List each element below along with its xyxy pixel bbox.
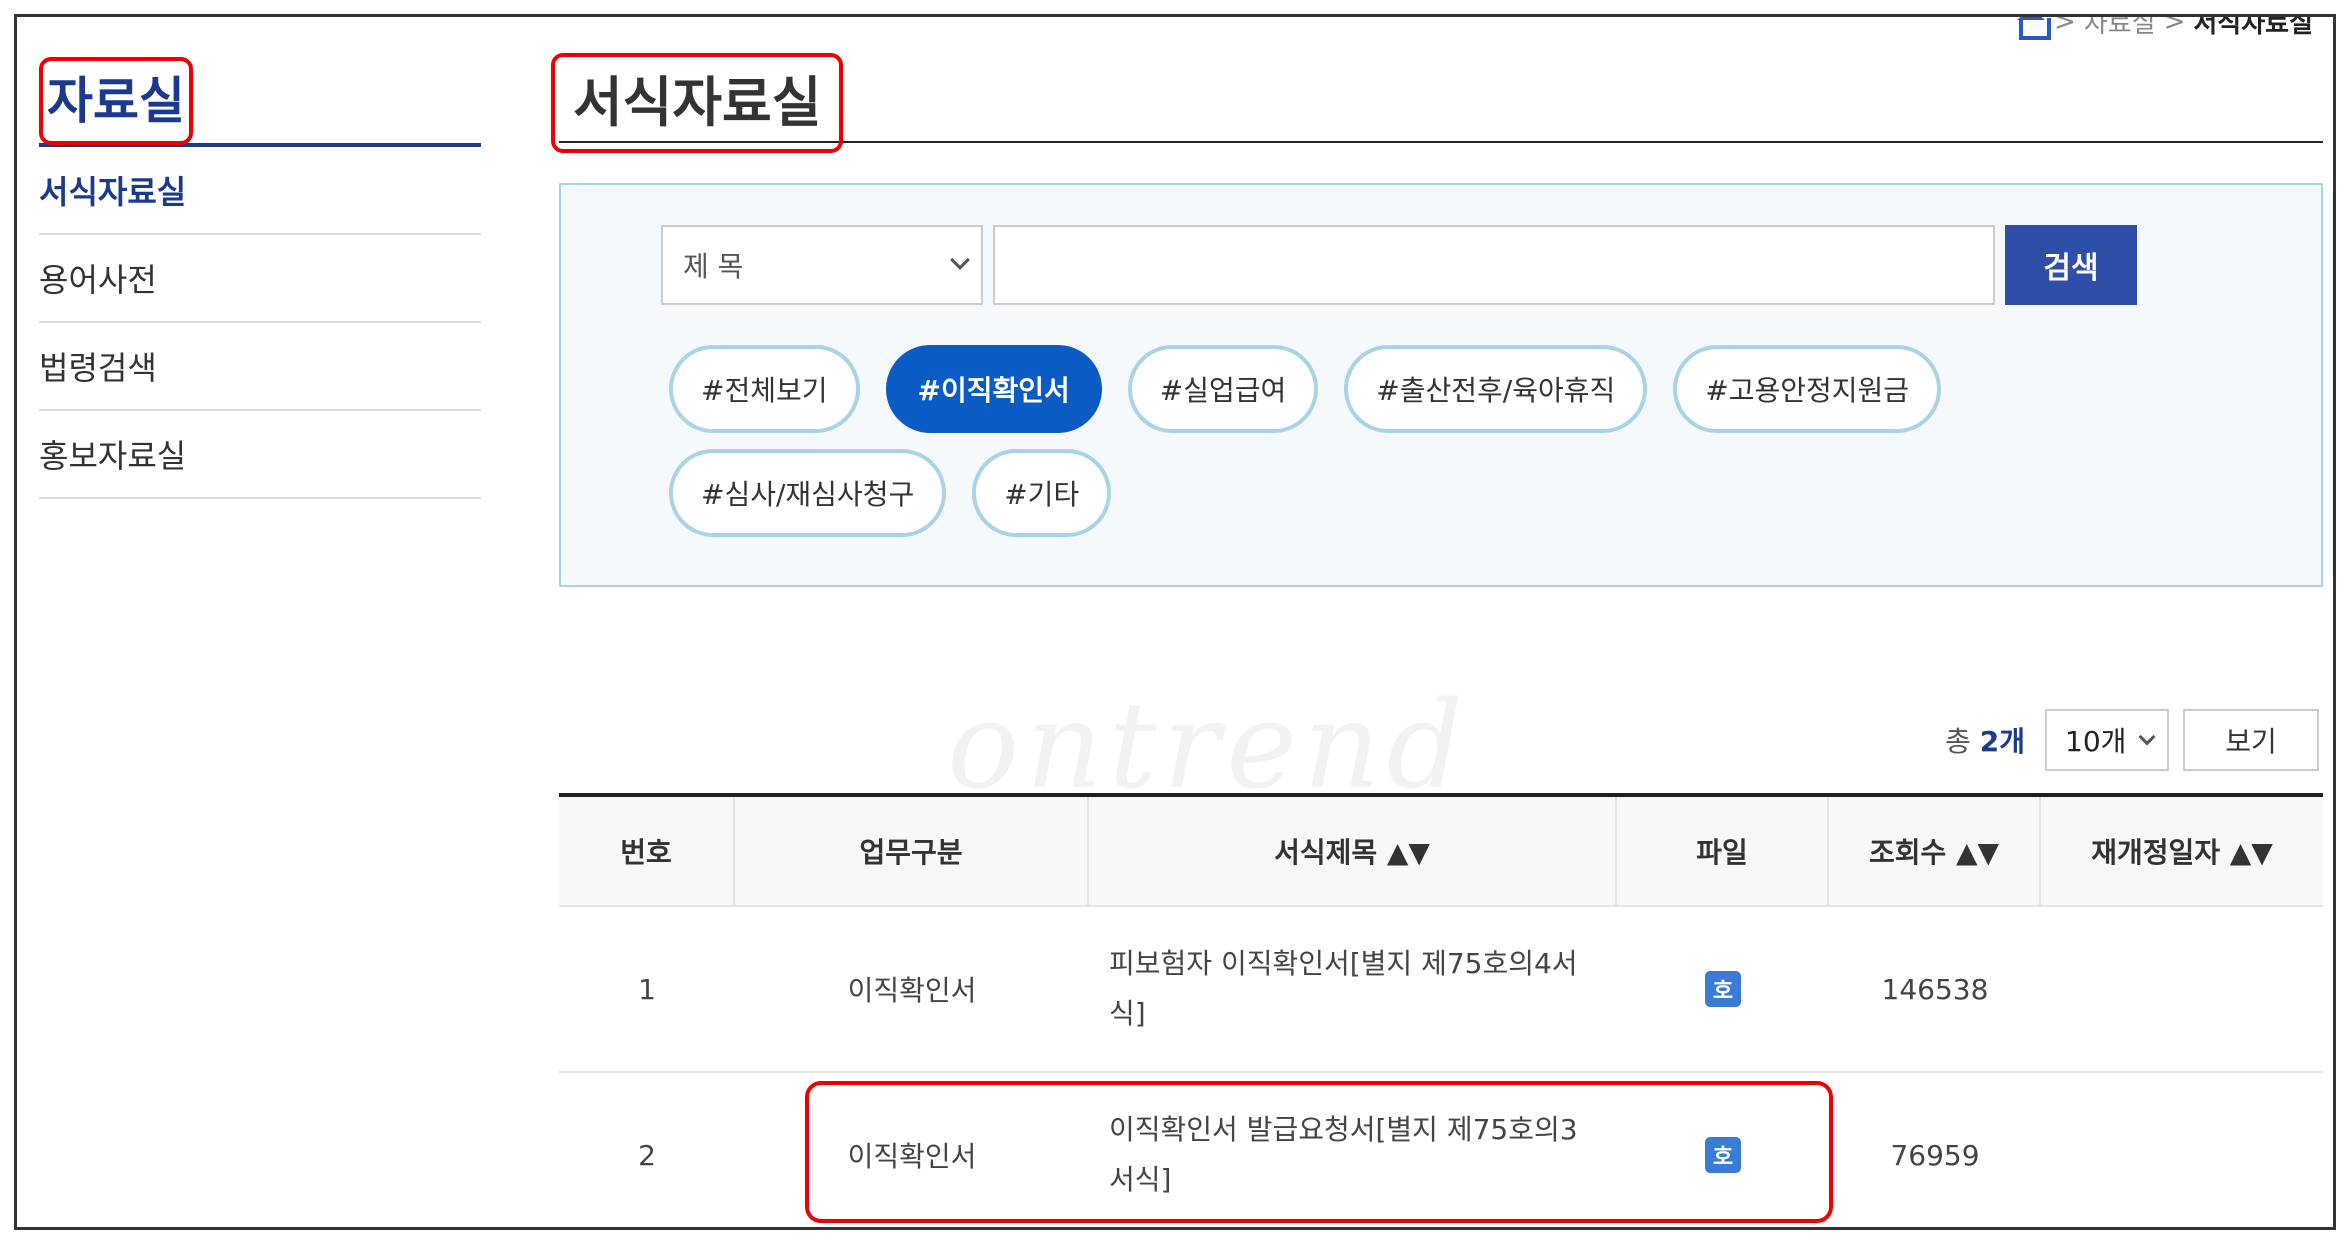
row-category: 이직확인서 <box>847 1140 977 1173</box>
column-header-file: 파일 <box>1617 797 1829 905</box>
search-field-value: 제 목 <box>683 250 744 283</box>
row-file: 호 <box>1617 907 1829 1071</box>
row-category: 이직확인서 <box>847 974 977 1007</box>
column-header-revised-date[interactable]: 재개정일자 ▲▼ <box>2041 797 2323 905</box>
search-field-select[interactable]: 제 목 <box>661 225 983 305</box>
table-header-row: 번호 업무구분 서식제목 ▲▼ 파일 조회수 ▲▼ 재개정일자 ▲▼ <box>559 797 2323 907</box>
row-title-link[interactable]: 이직확인서 발급요청서[별지 제75호의3서식] <box>1089 1073 1617 1227</box>
search-panel: 제 목 검색 #전체보기 #이직확인서 #실업급여 #출산전후/육아휴직 #고용… <box>559 183 2323 587</box>
hwp-file-icon[interactable]: 호 <box>1705 1137 1741 1173</box>
search-button[interactable]: 검색 <box>2005 225 2137 305</box>
breadcrumb-item[interactable]: 자료실 <box>2084 17 2156 40</box>
tag-other[interactable]: #기타 <box>972 449 1112 537</box>
search-input[interactable] <box>993 225 1995 305</box>
list-controls: 총 2개 10개 보기 <box>1945 709 2319 771</box>
column-header-category: 업무구분 <box>735 797 1089 905</box>
page-size-select[interactable]: 10개 <box>2045 709 2169 771</box>
view-button[interactable]: 보기 <box>2183 709 2319 771</box>
total-count: 총 2개 <box>1945 725 2025 758</box>
sidebar-title: 자료실 <box>39 57 193 145</box>
chevron-down-icon <box>950 250 970 270</box>
tag-list: #전체보기 #이직확인서 #실업급여 #출산전후/육아휴직 #고용안정지원금 #… <box>669 345 2229 537</box>
page-title: 서식자료실 <box>551 53 844 153</box>
tag-separation-confirmation[interactable]: #이직확인서 <box>885 345 1102 433</box>
sidebar-item-forms[interactable]: 서식자료실 <box>39 147 481 235</box>
row-revised-date <box>2041 907 2323 1071</box>
tag-employment-stability-subsidy[interactable]: #고용안정지원금 <box>1673 345 1942 433</box>
row-views: 76959 <box>1890 1138 1980 1172</box>
sidebar-header: 자료실 <box>39 57 481 147</box>
breadcrumb-separator: > <box>2054 14 2076 37</box>
column-header-views[interactable]: 조회수 ▲▼ <box>1829 797 2041 905</box>
sidebar-item-glossary[interactable]: 용어사전 <box>39 235 481 323</box>
table-row: 1 이직확인서 피보험자 이직확인서[별지 제75호의4서식] 호 146538 <box>559 907 2323 1073</box>
column-header-title[interactable]: 서식제목 ▲▼ <box>1089 797 1617 905</box>
sidebar-item-law-search[interactable]: 법령검색 <box>39 323 481 411</box>
tag-unemployment-benefit[interactable]: #실업급여 <box>1127 345 1319 433</box>
breadcrumb-separator: > <box>2163 14 2186 37</box>
main-content: 서식자료실 제 목 검색 #전체보기 #이직확인서 #실업급여 #출산전후/육아… <box>551 39 2323 587</box>
sidebar: 자료실 서식자료실 용어사전 법령검색 홍보자료실 <box>39 57 481 499</box>
page-header: 서식자료실 <box>551 39 2323 153</box>
hwp-file-icon[interactable]: 호 <box>1705 971 1741 1007</box>
row-number: 1 <box>638 972 656 1006</box>
breadcrumb: > 자료실 > 서식자료실 <box>2016 14 2313 40</box>
row-title-link[interactable]: 피보험자 이직확인서[별지 제75호의4서식] <box>1089 907 1617 1071</box>
table-row: 2 이직확인서 이직확인서 발급요청서[별지 제75호의3서식] 호 76959 <box>559 1073 2323 1227</box>
total-count-value: 2개 <box>1979 725 2025 758</box>
page-size-value: 10개 <box>2065 725 2127 758</box>
forms-table: 번호 업무구분 서식제목 ▲▼ 파일 조회수 ▲▼ 재개정일자 ▲▼ 1 이직확… <box>559 793 2323 1227</box>
breadcrumb-current: 서식자료실 <box>2193 14 2313 39</box>
tag-maternity-parental-leave[interactable]: #출산전후/육아휴직 <box>1344 345 1648 433</box>
row-revised-date <box>2041 1073 2323 1227</box>
row-number: 2 <box>638 1138 656 1172</box>
page-frame: > 자료실 > 서식자료실 자료실 서식자료실 용어사전 법령검색 홍보자료실 … <box>14 14 2336 1230</box>
home-icon[interactable] <box>2016 17 2052 40</box>
sidebar-item-promo[interactable]: 홍보자료실 <box>39 411 481 499</box>
row-views: 146538 <box>1881 972 1989 1006</box>
tag-review-appeal[interactable]: #심사/재심사청구 <box>669 449 947 537</box>
column-header-number: 번호 <box>559 797 735 905</box>
row-file: 호 <box>1617 1073 1829 1227</box>
tag-all[interactable]: #전체보기 <box>669 345 860 433</box>
chevron-down-icon <box>2138 728 2156 746</box>
